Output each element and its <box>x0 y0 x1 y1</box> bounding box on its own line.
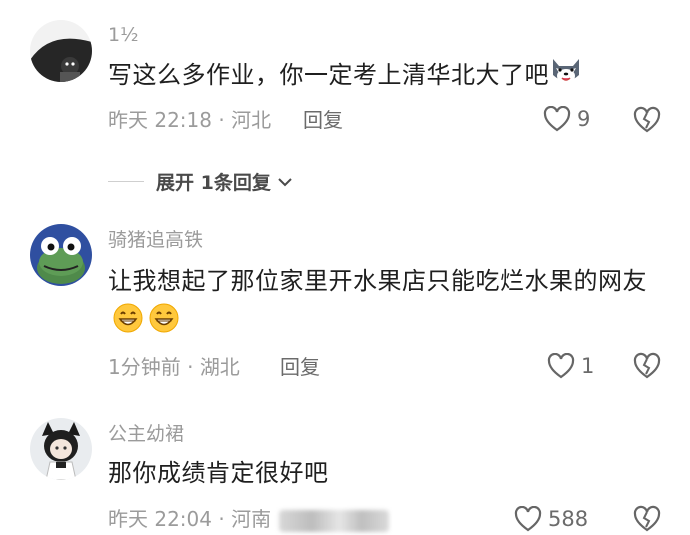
like-count: 9 <box>577 107 591 131</box>
broken-heart-icon[interactable] <box>632 106 662 134</box>
heart-outline-icon <box>514 506 542 532</box>
reply-button[interactable]: 回复 <box>280 355 320 379</box>
username[interactable]: 1½ <box>108 24 139 46</box>
comment-location: 湖北 <box>199 355 240 379</box>
heart-outline-icon <box>543 106 571 132</box>
broken-heart-icon[interactable] <box>632 505 662 533</box>
comment-text-content: 让我想起了那位家里开水果店只能吃烂水果的网友 <box>108 267 647 295</box>
husky-dog-emoji <box>549 55 583 98</box>
reply-button[interactable]: 回复 <box>303 108 343 132</box>
username[interactable]: 公主幼裙 <box>108 423 184 445</box>
avatar[interactable] <box>30 418 92 480</box>
comment-location: 河北 <box>231 108 272 132</box>
avatar[interactable] <box>30 20 92 82</box>
broken-heart-icon[interactable] <box>632 352 662 380</box>
divider-line <box>108 181 144 182</box>
like-button[interactable]: 588 <box>514 506 588 532</box>
comment-meta: 1分钟前 · 湖北 <box>108 355 240 379</box>
like-count: 588 <box>548 507 589 531</box>
comment-text-content: 那你成绩肯定很好吧 <box>108 459 329 487</box>
expand-replies-button[interactable]: 展开 1条回复 <box>108 168 295 195</box>
comment-text: 那你成绩肯定很好吧 <box>108 452 658 494</box>
comment-time: 1分钟前 <box>108 355 181 379</box>
heart-outline-icon <box>547 353 575 379</box>
grin-emoji <box>148 302 180 347</box>
comment-meta: 昨天 22:18 · 河北 <box>108 108 272 132</box>
like-button[interactable]: 1 <box>547 353 594 379</box>
comment-text: 让我想起了那位家里开水果店只能吃烂水果的网友 <box>108 260 658 347</box>
username[interactable]: 骑猪追高铁 <box>108 229 203 251</box>
comment-meta: 昨天 22:04 · 河南 <box>108 507 390 532</box>
blurred-reply-overlay <box>279 509 390 532</box>
grin-emoji <box>112 302 144 347</box>
avatar[interactable] <box>30 224 92 286</box>
like-count: 1 <box>581 354 595 378</box>
like-button[interactable]: 9 <box>543 106 590 132</box>
comment-text-content: 写这么多作业，你一定考上清华北大了吧 <box>108 61 549 89</box>
comment-location: 河南 <box>231 507 272 531</box>
comment-time: 昨天 22:04 <box>108 507 212 531</box>
chevron-down-icon <box>278 177 292 186</box>
expand-replies-label: 展开 1条回复 <box>156 172 271 194</box>
comment-time: 昨天 22:18 <box>108 108 212 132</box>
comment-text: 写这么多作业，你一定考上清华北大了吧 <box>108 54 658 98</box>
